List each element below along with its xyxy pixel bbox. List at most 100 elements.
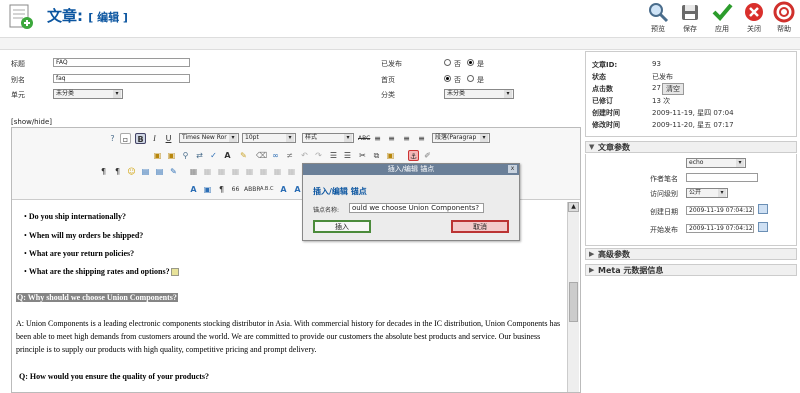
section-select[interactable]: 未分类 [53, 89, 123, 99]
new-doc-icon[interactable]: ▫ [120, 133, 131, 144]
anchor-dialog: 插入/编辑 锚点 x 插入/编辑 锚点 锚点名称: ould we choose… [302, 163, 520, 241]
help-icon[interactable]: ? [107, 133, 118, 144]
access-select[interactable]: 公开 [686, 188, 728, 198]
bullet-list-icon[interactable]: ☰ [328, 150, 339, 161]
replace-icon[interactable]: ⇄ [194, 150, 205, 161]
numbered-list-icon[interactable]: ☰ [342, 150, 353, 161]
align-left-icon[interactable]: ≡ [372, 133, 383, 144]
created-date-input[interactable]: 2009-11-19 07:04:12 [686, 206, 754, 215]
question-heading: Q: How would you ensure the quality of y… [19, 372, 210, 381]
save-button[interactable]: 保存 [672, 1, 708, 34]
revised-value: 13 次 [652, 97, 671, 105]
show-blocks-icon[interactable]: ¶ [216, 184, 227, 195]
help-button[interactable]: 帮助 [766, 1, 800, 34]
insert-button[interactable]: 插入 [313, 220, 371, 233]
style-select[interactable]: 样式 [302, 133, 354, 143]
underline-icon[interactable]: U [163, 133, 174, 144]
advanced-params-header[interactable]: ▶ 高级参数 [585, 248, 797, 260]
edit-image-icon[interactable]: ✎ [168, 166, 179, 177]
abbr-icon[interactable]: ABBR [244, 184, 261, 195]
cleanup-icon[interactable]: ✐ [422, 150, 433, 161]
scroll-up-icon[interactable]: ▲ [568, 202, 579, 212]
help-icon [773, 1, 795, 23]
calendar-icon[interactable] [758, 222, 768, 232]
redo-icon[interactable]: ↷ [313, 150, 324, 161]
scroll-thumb[interactable] [569, 282, 578, 322]
row-props-icon: ▦ [203, 167, 212, 176]
section-label: 单元 [11, 91, 25, 99]
table-icon[interactable]: ▦ [188, 166, 199, 177]
align-center-icon[interactable]: ≡ [386, 133, 397, 144]
frontpage-no-radio[interactable] [444, 75, 451, 82]
published-no-label: 否 [454, 60, 461, 68]
italic-icon[interactable]: I [149, 133, 160, 144]
cite-icon[interactable]: 66 [230, 184, 241, 195]
cut-icon[interactable]: ✂ [357, 150, 368, 161]
paste-icon[interactable]: ▣ [152, 150, 163, 161]
publish-up-label: 开始发布 [650, 226, 678, 234]
font-family-select[interactable]: Times New Ror [179, 133, 239, 143]
ltr-icon[interactable]: ¶ [98, 166, 109, 177]
image-icon[interactable]: ▤ [140, 166, 151, 177]
publish-up-input[interactable]: 2009-11-19 07:04:12 [686, 224, 754, 233]
copy-icon[interactable]: ⧉ [371, 150, 382, 161]
hits-value: 27 [652, 84, 661, 92]
undo-icon[interactable]: ↶ [299, 150, 310, 161]
hits-label: 点击数 [592, 85, 613, 93]
del-icon[interactable]: A [278, 184, 289, 195]
published-yes-label: 是 [477, 60, 484, 68]
frontpage-yes-radio[interactable] [467, 75, 474, 82]
author-alias-input[interactable] [686, 173, 758, 182]
font-color-icon[interactable]: A [222, 150, 233, 161]
paste-text-icon[interactable]: ▣ [166, 150, 177, 161]
align-right-icon[interactable]: ≡ [401, 133, 412, 144]
article-params-header[interactable]: ▼ 文章参数 [585, 141, 797, 153]
unlink-icon[interactable]: ≠ [284, 150, 295, 161]
link-icon[interactable]: ∞ [270, 150, 281, 161]
dialog-titlebar[interactable]: 插入/编辑 锚点 x [303, 164, 519, 175]
font-size-select[interactable]: 10pt [242, 133, 296, 143]
media-icon[interactable]: ▤ [154, 166, 165, 177]
created-label: 创建时间 [592, 109, 620, 117]
title-input[interactable]: FAQ [53, 58, 190, 67]
calendar-icon[interactable] [758, 204, 768, 214]
close-icon[interactable]: x [508, 165, 517, 173]
style-props-icon[interactable]: A [188, 184, 199, 195]
bold-icon[interactable]: B [135, 133, 146, 144]
align-justify-icon[interactable]: ≡ [416, 133, 427, 144]
editor-scrollbar[interactable]: ▲ [567, 202, 579, 392]
acronym-icon[interactable]: A.B.C [260, 184, 273, 195]
strikethrough-icon[interactable]: ABC [358, 133, 370, 144]
reset-hits-button[interactable]: 清空 [662, 83, 684, 95]
paste-plain-icon[interactable]: ▣ [385, 150, 396, 161]
apply-button[interactable]: 应用 [704, 1, 740, 34]
anchor-marker-icon [170, 268, 179, 277]
category-select[interactable]: 未分类 [444, 89, 514, 99]
spellcheck-icon[interactable]: ✓ [208, 150, 219, 161]
meta-params-header[interactable]: ▶ Meta 元数据信息 [585, 264, 797, 276]
author-select[interactable]: echo [686, 158, 746, 168]
cancel-button[interactable]: 取消 [451, 220, 509, 233]
state-label: 状态 [592, 73, 606, 81]
format-select[interactable]: 段落(Paragrap [432, 133, 490, 143]
published-yes-radio[interactable] [467, 59, 474, 66]
access-label: 访问级别 [650, 190, 678, 198]
emotion-icon[interactable]: ☺ [126, 166, 137, 177]
modified-label: 修改时间 [592, 121, 620, 129]
anchor-icon[interactable]: ⚓ [408, 150, 419, 161]
frontpage-no-label: 否 [454, 76, 461, 84]
layer-icon[interactable]: ▣ [202, 184, 213, 195]
preview-button[interactable]: 预览 [640, 1, 676, 34]
row-after-icon: ▦ [245, 167, 254, 176]
clear-format-icon[interactable]: ⌫ [256, 150, 267, 161]
anchor-name-input[interactable]: ould we choose Union Components? [349, 203, 484, 213]
page-subtitle: [ 编辑 ] [88, 11, 128, 24]
col-after-icon: ▦ [287, 167, 296, 176]
highlight-icon[interactable]: ✎ [238, 150, 249, 161]
published-no-radio[interactable] [444, 59, 451, 66]
show-hide-toggle[interactable]: [show/hide] [11, 118, 52, 126]
alias-input[interactable]: faq [53, 74, 190, 83]
find-icon[interactable]: ⚲ [180, 150, 191, 161]
rtl-icon[interactable]: ¶ [112, 166, 123, 177]
modified-value: 2009-11-20, 星五 07:17 [652, 121, 734, 129]
